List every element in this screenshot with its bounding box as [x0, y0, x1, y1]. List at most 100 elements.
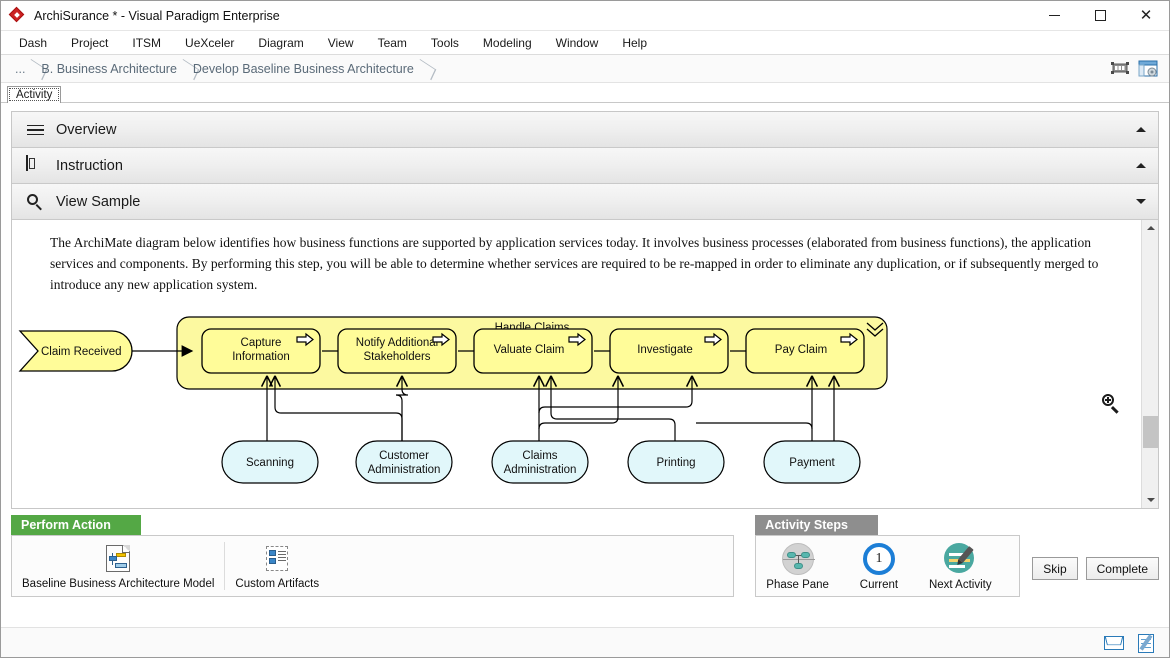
section-header-instruction[interactable]: Instruction — [12, 148, 1158, 184]
menu-item-modeling[interactable]: Modeling — [471, 33, 544, 53]
minimize-button[interactable] — [1031, 1, 1077, 31]
model-document-icon — [103, 544, 133, 574]
menu-item-uexceler[interactable]: UeXceler — [173, 33, 246, 53]
perform-action-panel: Perform Action Baseline Business Archite… — [11, 515, 734, 597]
show-panel-icon[interactable] — [1137, 57, 1159, 79]
archimate-diagram[interactable]: Handle Claims Claim Received Capture Inf… — [12, 301, 1141, 508]
service-customer-administration[interactable]: Customer Administration — [356, 441, 452, 483]
hamburger-icon — [26, 120, 46, 140]
diagram-canvas[interactable]: Handle Claims Claim Received Capture Inf… — [12, 301, 1122, 501]
perform-action-body: Baseline Business Architecture Model Cus… — [11, 535, 734, 597]
action-label: Baseline Business Architecture Model — [22, 578, 214, 590]
fit-to-window-icon[interactable] — [1109, 57, 1131, 79]
process-label-line1: Notify Additional — [356, 337, 438, 349]
scroll-down-arrow[interactable] — [1142, 492, 1159, 508]
chevron-up-icon[interactable] — [1136, 127, 1146, 132]
service-printing[interactable]: Printing — [628, 441, 724, 483]
search-icon — [26, 192, 46, 212]
breadcrumb-item-root[interactable]: ... — [9, 58, 31, 80]
breadcrumb-label: ... — [15, 62, 25, 76]
process-capture-information[interactable]: Capture Information — [202, 329, 320, 373]
accordion-sections: Overview Instruction View Sample — [11, 111, 1159, 220]
service-label-line2: Administration — [504, 464, 577, 476]
menu-item-view[interactable]: View — [316, 33, 366, 53]
process-label-line1: Valuate Claim — [494, 344, 565, 356]
step-label: Phase Pane — [766, 579, 829, 591]
process-pay-claim[interactable]: Pay Claim — [746, 329, 864, 373]
menu-item-diagram[interactable]: Diagram — [246, 33, 315, 53]
service-claims-administration[interactable]: Claims Administration — [492, 441, 588, 483]
bottom-panels: Perform Action Baseline Business Archite… — [1, 509, 1169, 627]
service-scanning[interactable]: Scanning — [222, 441, 318, 483]
menu-item-help[interactable]: Help — [610, 33, 659, 53]
panel-tab-slant — [119, 515, 141, 535]
view-sample-panel: The ArchiMate diagram below identifies h… — [11, 220, 1159, 509]
menu-bar: Dash Project ITSM UeXceler Diagram View … — [1, 31, 1169, 55]
activity-steps-body: Phase Pane 1 Current Next Activity — [755, 535, 1020, 597]
service-label-line1: Scanning — [246, 457, 294, 469]
breadcrumb-separator-icon — [420, 58, 431, 80]
header-toolbar — [1109, 57, 1159, 79]
process-valuate-claim[interactable]: Valuate Claim — [474, 329, 592, 373]
chevron-up-icon[interactable] — [1136, 163, 1146, 168]
menu-item-itsm[interactable]: ITSM — [120, 33, 173, 53]
process-notify-additional-stakeholders[interactable]: Notify Additional Stakeholders — [338, 329, 456, 373]
breadcrumb-label: B. Business Architecture — [41, 62, 176, 76]
phase-pane-icon — [782, 543, 814, 575]
menu-item-dash[interactable]: Dash — [7, 33, 59, 53]
process-investigate[interactable]: Investigate — [610, 329, 728, 373]
step-label: Current — [860, 579, 898, 591]
step-phase-pane[interactable]: Phase Pane — [756, 536, 839, 596]
section-header-overview[interactable]: Overview — [12, 112, 1158, 148]
scroll-up-arrow[interactable] — [1142, 220, 1159, 236]
maximize-button[interactable] — [1077, 1, 1123, 31]
mail-icon[interactable] — [1103, 633, 1125, 653]
current-step-icon: 1 — [863, 543, 895, 575]
section-header-view-sample[interactable]: View Sample — [12, 184, 1158, 220]
action-baseline-business-architecture-model[interactable]: Baseline Business Architecture Model — [12, 536, 224, 596]
event-label: Claim Received — [41, 346, 122, 358]
breadcrumb-bar: ... B. Business Architecture Develop Bas… — [1, 55, 1169, 83]
scroll-thumb[interactable] — [1143, 416, 1158, 448]
breadcrumb-item-business-architecture[interactable]: B. Business Architecture — [31, 58, 182, 80]
service-label-line1: Claims — [522, 450, 557, 462]
sample-scrollbar[interactable] — [1141, 220, 1158, 508]
tab-activity[interactable]: Activity — [7, 86, 61, 103]
title-bar: ArchiSurance * - Visual Paradigm Enterpr… — [1, 1, 1169, 31]
panel-tab-slant — [856, 515, 878, 535]
breadcrumb: ... B. Business Architecture Develop Bas… — [9, 58, 420, 80]
service-label-line2: Administration — [368, 464, 441, 476]
panel-title-label: Perform Action — [21, 518, 111, 532]
note-icon[interactable] — [1135, 633, 1157, 653]
instruction-icon — [26, 156, 46, 176]
menu-item-project[interactable]: Project — [59, 33, 120, 53]
step-current[interactable]: 1 Current — [839, 536, 919, 596]
menu-item-tools[interactable]: Tools — [419, 33, 471, 53]
breadcrumb-label: Develop Baseline Business Architecture — [193, 62, 414, 76]
application-window: ArchiSurance * - Visual Paradigm Enterpr… — [0, 0, 1170, 658]
menu-item-team[interactable]: Team — [366, 33, 419, 53]
close-button[interactable]: ✕ — [1123, 1, 1169, 31]
panel-title-label: Activity Steps — [765, 518, 848, 532]
service-label-line1: Customer — [379, 450, 429, 462]
chevron-down-icon[interactable] — [1136, 199, 1146, 204]
window-controls: ✕ — [1031, 1, 1169, 31]
section-title: Instruction — [56, 158, 123, 174]
step-next-activity[interactable]: Next Activity — [919, 536, 1002, 596]
breadcrumb-item-develop-baseline[interactable]: Develop Baseline Business Architecture — [183, 58, 420, 80]
action-label: Custom Artifacts — [235, 578, 319, 590]
window-title: ArchiSurance * - Visual Paradigm Enterpr… — [34, 9, 1031, 23]
action-custom-artifacts[interactable]: Custom Artifacts — [225, 536, 329, 596]
service-label-line1: Printing — [657, 457, 696, 469]
activity-steps-title: Activity Steps — [755, 515, 878, 535]
menu-item-window[interactable]: Window — [544, 33, 611, 53]
complete-button[interactable]: Complete — [1086, 557, 1159, 580]
skip-button[interactable]: Skip — [1032, 557, 1077, 580]
sample-description: The ArchiMate diagram below identifies h… — [12, 220, 1141, 299]
zoom-in-icon[interactable] — [1101, 393, 1123, 415]
process-label-line1: Pay Claim — [775, 344, 827, 356]
main-content: Overview Instruction View Sample The Arc… — [1, 103, 1169, 509]
service-payment[interactable]: Payment — [764, 441, 860, 483]
app-logo-icon — [10, 8, 26, 24]
section-title: Overview — [56, 122, 116, 138]
